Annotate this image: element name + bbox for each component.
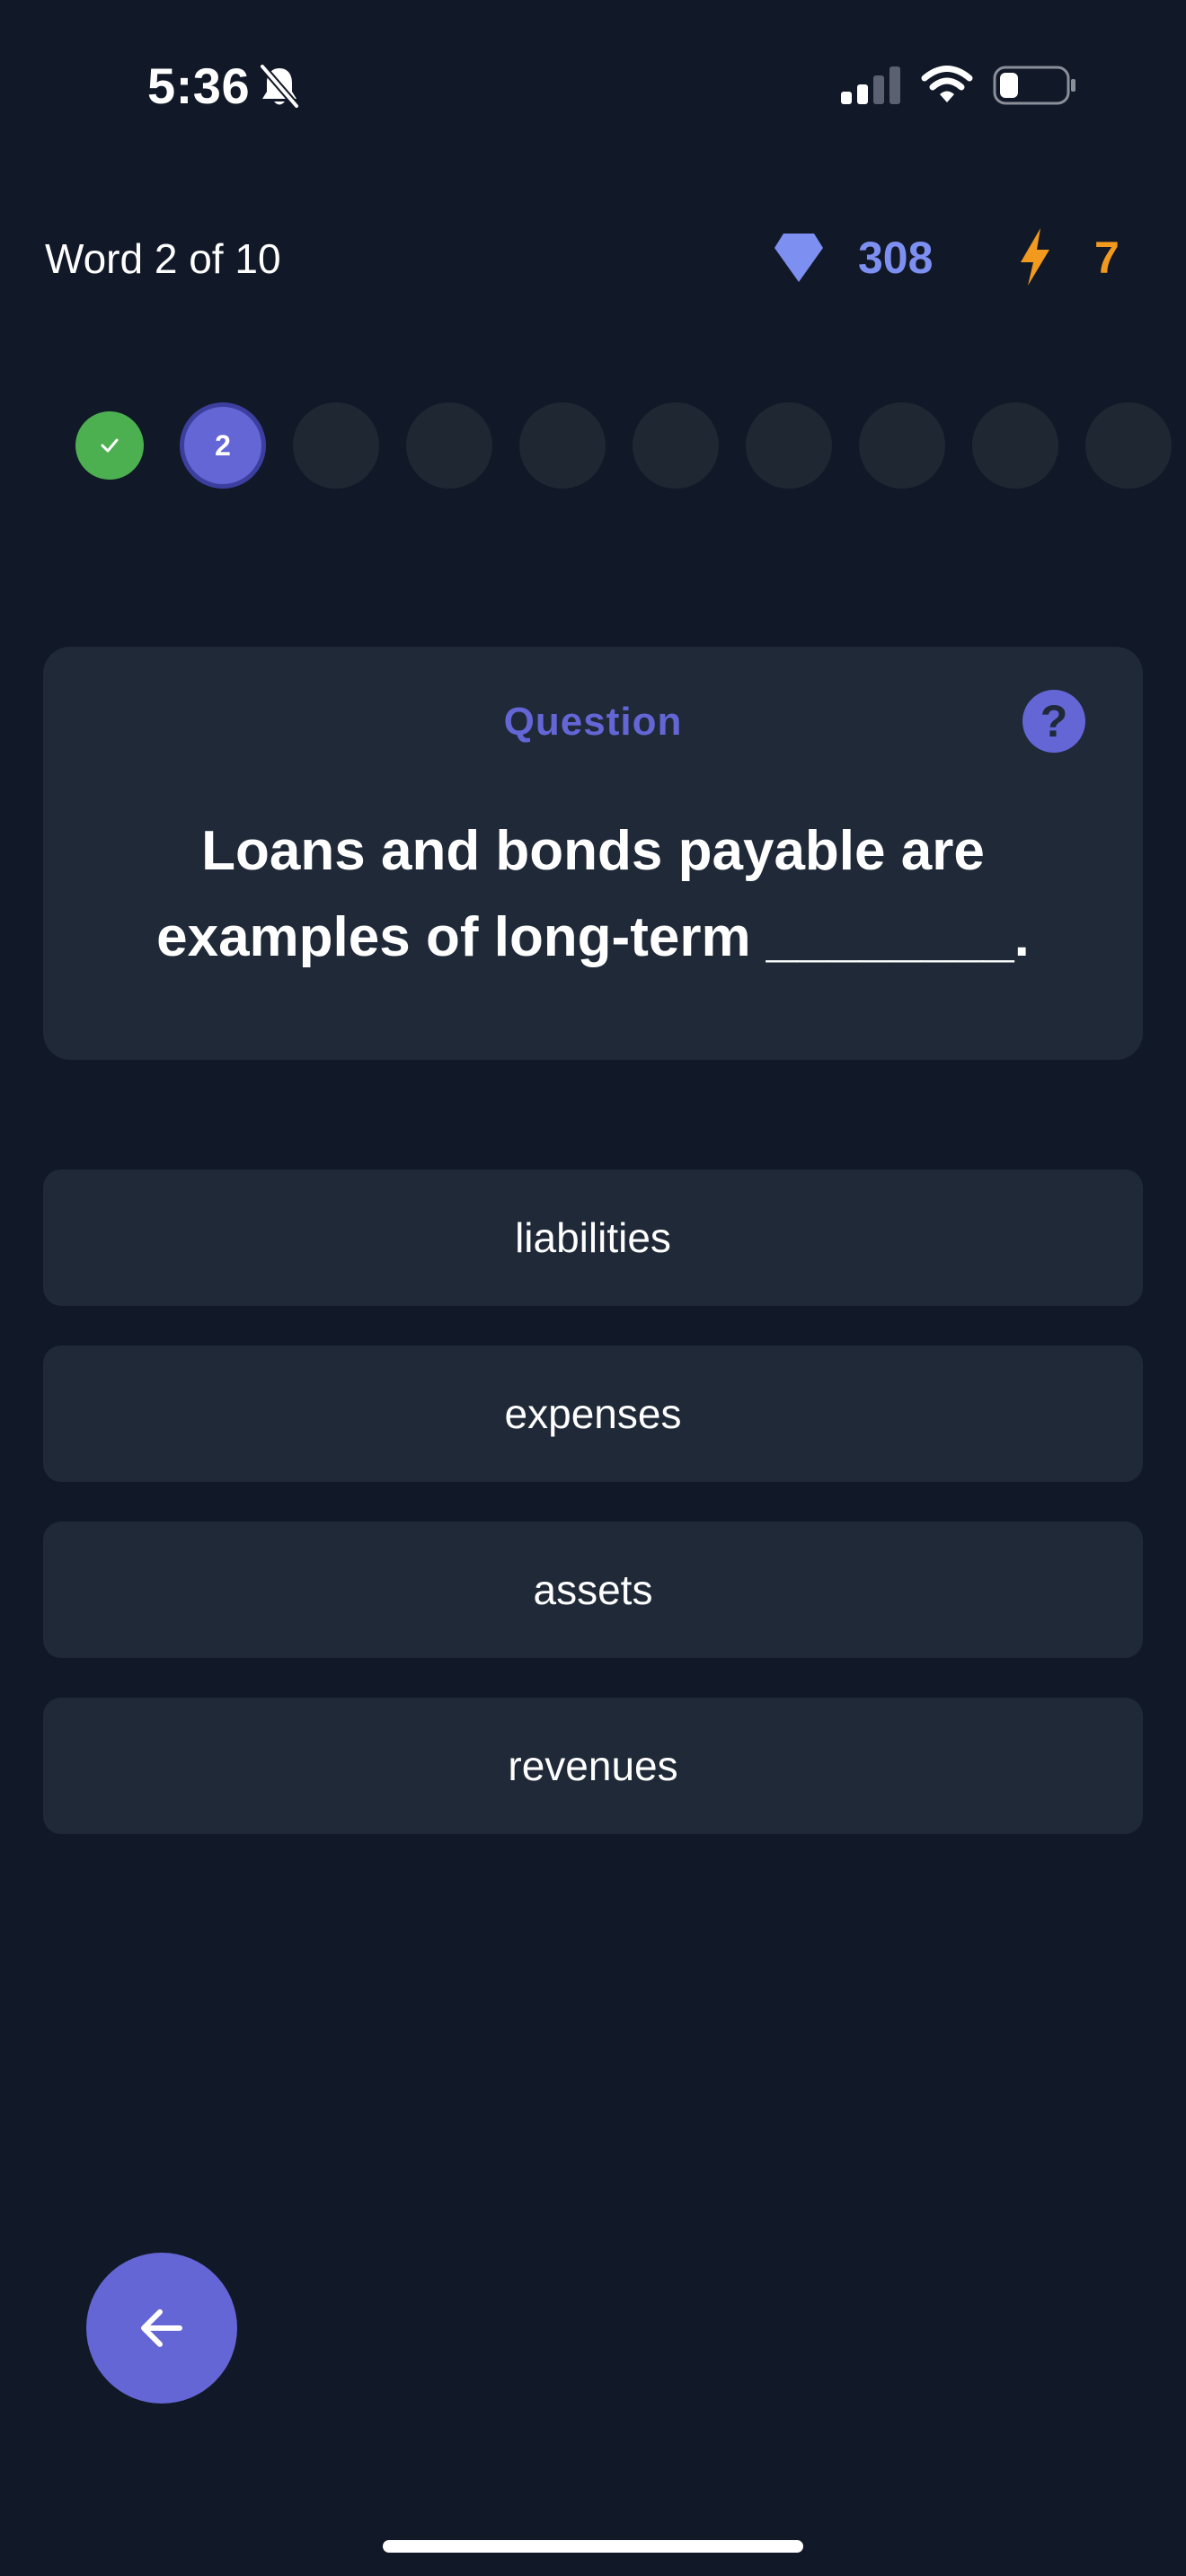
wifi-icon [921, 66, 973, 102]
answer-option-label: assets [533, 1566, 653, 1613]
step-10[interactable] [1085, 402, 1172, 489]
step-8[interactable] [859, 402, 945, 489]
cellular-signal-icon [841, 66, 900, 104]
battery-icon [993, 66, 1075, 105]
answer-option[interactable]: expenses [43, 1345, 1143, 1482]
step-5[interactable] [519, 402, 606, 489]
step-2-current[interactable]: 2 [180, 402, 266, 489]
question-text: Loans and bonds payable are examples of … [156, 820, 1030, 968]
quiz-screen: 5:36 Word 2 of 10 308 7 2 Question ? Loa… [0, 0, 1186, 2576]
status-time: 5:36 [147, 57, 251, 114]
back-button[interactable] [86, 2253, 237, 2404]
gem-count: 308 [858, 233, 934, 283]
answer-option-label: expenses [504, 1390, 682, 1437]
step-7[interactable] [746, 402, 832, 489]
step-6[interactable] [633, 402, 719, 489]
arrow-left-icon [141, 2309, 182, 2347]
lightning-bolt-icon [1021, 228, 1049, 286]
question-label: Question [503, 700, 683, 744]
check-icon [101, 438, 119, 453]
step-9[interactable] [972, 402, 1058, 489]
question-mark-icon: ? [1040, 696, 1068, 746]
step-number: 2 [215, 428, 231, 462]
step-4[interactable] [406, 402, 492, 489]
answer-option[interactable]: assets [43, 1522, 1143, 1658]
step-progress: 2 [0, 402, 1186, 492]
step-1-completed[interactable] [75, 411, 144, 480]
status-bar: 5:36 [0, 0, 1186, 171]
bell-slash-icon [259, 63, 300, 110]
word-progress: Word 2 of 10 [45, 235, 281, 282]
step-3[interactable] [293, 402, 379, 489]
answer-option-label: liabilities [515, 1214, 671, 1261]
gem-icon [774, 234, 823, 282]
answer-option[interactable]: revenues [43, 1698, 1143, 1834]
help-button[interactable]: ? [1022, 690, 1085, 753]
question-card: Question ? Loans and bonds payable are e… [43, 647, 1143, 1060]
streak-count: 7 [1094, 233, 1120, 283]
answer-option-label: revenues [508, 1742, 678, 1789]
home-indicator[interactable] [383, 2540, 803, 2553]
answer-option[interactable]: liabilities [43, 1169, 1143, 1306]
